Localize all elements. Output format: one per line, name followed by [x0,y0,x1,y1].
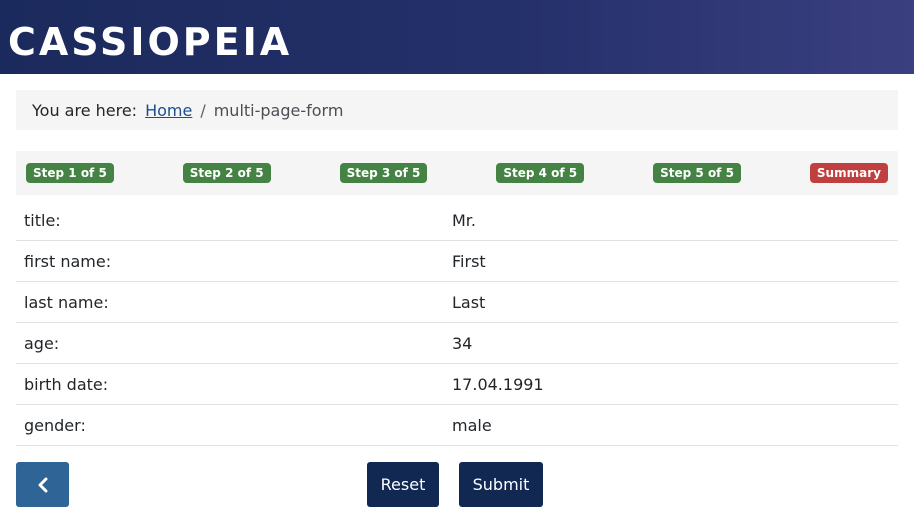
row-value: Mr. [452,210,476,230]
row-value: 17.04.1991 [452,374,544,394]
summary-row-first-name: first name: First [16,241,898,282]
row-value: 34 [452,333,473,353]
site-header: CASSIOPEIA [0,0,914,74]
row-label: age: [24,333,60,353]
row-value: Last [452,292,486,312]
row-value: First [452,251,486,271]
breadcrumb-current: multi-page-form [213,100,344,120]
step-progress: Step 1 of 5 Step 2 of 5 Step 3 of 5 Step… [16,151,898,195]
step-badge-summary: Summary [809,163,888,183]
reset-button[interactable]: Reset [367,462,439,507]
step-badge-1: Step 1 of 5 [26,163,114,183]
summary-row-title: title: Mr. [16,200,898,241]
summary-table: title: Mr. first name: First last name: … [16,200,898,446]
site-logo[interactable]: CASSIOPEIA [8,18,292,66]
step-badge-2: Step 2 of 5 [182,163,271,183]
summary-row-last-name: last name: Last [16,282,898,323]
row-label: title: [24,210,61,230]
chevron-left-icon [38,477,47,492]
row-value: male [452,415,492,435]
step-badge-5: Step 5 of 5 [653,163,741,183]
step-badge-3: Step 3 of 5 [339,163,428,183]
breadcrumb-home-link[interactable]: Home [145,101,192,120]
breadcrumb: You are here: Home / multi-page-form [16,90,898,130]
row-label: gender: [24,415,86,435]
row-label: last name: [24,292,109,312]
summary-row-age: age: 34 [16,323,898,364]
summary-row-birth-date: birth date: 17.04.1991 [16,364,898,405]
step-badge-4: Step 4 of 5 [496,163,585,183]
summary-row-gender: gender: male [16,405,898,446]
submit-button[interactable]: Submit [459,462,543,507]
breadcrumb-separator: / [200,100,206,120]
breadcrumb-prefix: You are here: [32,100,138,120]
back-button[interactable] [16,462,69,507]
row-label: first name: [24,251,112,271]
row-label: birth date: [24,374,109,394]
